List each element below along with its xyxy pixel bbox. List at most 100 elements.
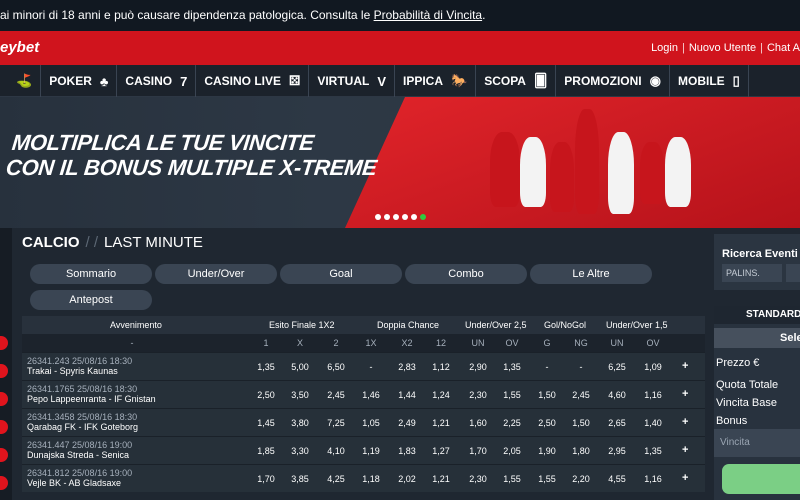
- odds-cell[interactable]: 1,44: [392, 390, 422, 400]
- odds-cell[interactable]: 1,09: [638, 362, 668, 372]
- odds-cell[interactable]: 1,16: [638, 474, 668, 484]
- odds-cell[interactable]: 1,50: [532, 390, 562, 400]
- event-cell[interactable]: 26341.1765 25/08/16 18:30 Pepo Lappeenran…: [27, 384, 156, 404]
- odds-cell[interactable]: 1,24: [426, 390, 456, 400]
- odds-cell[interactable]: 2,65: [602, 418, 632, 428]
- new-user-link[interactable]: Nuovo Utente: [689, 42, 756, 54]
- more-markets-button[interactable]: +: [682, 360, 688, 372]
- odds-cell[interactable]: 4,60: [602, 390, 632, 400]
- winnings-field[interactable]: Vincita: [714, 429, 800, 457]
- sidebar-marker[interactable]: [0, 364, 8, 378]
- odds-cell[interactable]: 1,40: [638, 418, 668, 428]
- carousel-dot[interactable]: [375, 214, 381, 220]
- sidebar-marker[interactable]: [0, 420, 8, 434]
- odds-cell[interactable]: 2,50: [251, 390, 281, 400]
- event-cell[interactable]: 26341.3458 25/08/16 18:30 Qarabag FK - IF…: [27, 412, 138, 432]
- carousel-dot[interactable]: [393, 214, 399, 220]
- odds-cell[interactable]: 2,05: [497, 446, 527, 456]
- odds-cell[interactable]: 1,85: [251, 446, 281, 456]
- odds-cell[interactable]: 1,27: [426, 446, 456, 456]
- filter-tab-le-altre[interactable]: Le Altre: [530, 264, 652, 284]
- odds-cell[interactable]: 1,12: [426, 362, 456, 372]
- sidebar-marker[interactable]: [0, 448, 8, 462]
- more-markets-button[interactable]: +: [682, 416, 688, 428]
- sidebar-marker[interactable]: [0, 392, 8, 406]
- nav-item-mobile[interactable]: MOBILE ▯: [670, 65, 749, 97]
- more-markets-button[interactable]: +: [682, 472, 688, 484]
- nav-item-sport[interactable]: ⛳: [0, 65, 42, 97]
- odds-cell[interactable]: 1,80: [566, 446, 596, 456]
- palinsesto-input[interactable]: PALINS.: [722, 264, 782, 282]
- odds-cell[interactable]: 1,83: [392, 446, 422, 456]
- filter-tab-combo[interactable]: Combo: [405, 264, 527, 284]
- odds-cell[interactable]: 2,50: [532, 418, 562, 428]
- carousel-dot[interactable]: [402, 214, 408, 220]
- odds-cell[interactable]: 4,10: [321, 446, 351, 456]
- nav-item-casino[interactable]: CASINO 7: [117, 65, 197, 97]
- odds-cell[interactable]: 1,35: [638, 446, 668, 456]
- betslip-tab-standard[interactable]: STANDARD: [714, 306, 800, 324]
- odds-cell[interactable]: 6,25: [602, 362, 632, 372]
- sidebar-marker[interactable]: [0, 336, 8, 350]
- sport-title[interactable]: CALCIO: [22, 234, 80, 251]
- login-link[interactable]: Login: [651, 42, 678, 54]
- odds-cell[interactable]: 2,83: [392, 362, 422, 372]
- nav-item-scopa[interactable]: SCOPA 🂠: [476, 65, 557, 97]
- odds-cell[interactable]: 1,70: [463, 446, 493, 456]
- odds-cell[interactable]: 3,80: [285, 418, 315, 428]
- place-bet-button[interactable]: [722, 464, 800, 494]
- event-cell[interactable]: 26341.812 25/08/16 19:00 Vejle BK - AB Gl…: [27, 468, 132, 488]
- odds-cell[interactable]: 1,55: [497, 474, 527, 484]
- filter-tab-antepost[interactable]: Antepost: [30, 290, 152, 310]
- chat-link[interactable]: Chat A: [767, 42, 800, 54]
- odds-cell[interactable]: 2,45: [321, 390, 351, 400]
- odds-cell[interactable]: 2,45: [566, 390, 596, 400]
- event-code-input[interactable]: [786, 264, 800, 282]
- odds-cell[interactable]: 2,30: [463, 390, 493, 400]
- odds-cell[interactable]: 1,70: [251, 474, 281, 484]
- odds-cell[interactable]: 3,30: [285, 446, 315, 456]
- odds-cell[interactable]: 2,90: [463, 362, 493, 372]
- odds-cell[interactable]: 1,18: [356, 474, 386, 484]
- odds-cell[interactable]: 2,95: [602, 446, 632, 456]
- filter-tab-goal[interactable]: Goal: [280, 264, 402, 284]
- nav-item-virtual[interactable]: VIRTUAL V: [309, 65, 395, 97]
- odds-cell[interactable]: 3,50: [285, 390, 315, 400]
- odds-cell[interactable]: 1,50: [566, 418, 596, 428]
- odds-cell[interactable]: 3,85: [285, 474, 315, 484]
- brand-logo[interactable]: eybet: [0, 39, 39, 56]
- odds-cell[interactable]: 1,19: [356, 446, 386, 456]
- odds-cell[interactable]: 4,55: [602, 474, 632, 484]
- carousel-dot[interactable]: [384, 214, 390, 220]
- nav-item-ippica[interactable]: IPPICA 🐎: [395, 65, 477, 97]
- nav-item-poker[interactable]: POKER ♣: [41, 65, 118, 97]
- odds-cell[interactable]: 7,25: [321, 418, 351, 428]
- odds-cell[interactable]: 1,16: [638, 390, 668, 400]
- nav-item-promozioni[interactable]: PROMOZIONI ◉: [556, 65, 670, 97]
- sidebar-marker[interactable]: [0, 476, 8, 490]
- odds-cell[interactable]: 1,46: [356, 390, 386, 400]
- select-button[interactable]: Sele: [714, 328, 800, 348]
- odds-cell[interactable]: 1,55: [532, 474, 562, 484]
- odds-cell[interactable]: 1,45: [251, 418, 281, 428]
- odds-cell[interactable]: -: [356, 362, 386, 372]
- odds-cell[interactable]: 1,55: [497, 390, 527, 400]
- odds-cell[interactable]: 5,00: [285, 362, 315, 372]
- odds-cell[interactable]: 2,25: [497, 418, 527, 428]
- more-markets-button[interactable]: +: [682, 444, 688, 456]
- event-cell[interactable]: 26341.243 25/08/16 18:30 Trakai - Spyris …: [27, 356, 132, 376]
- odds-cell[interactable]: 1,35: [497, 362, 527, 372]
- odds-cell[interactable]: 4,25: [321, 474, 351, 484]
- odds-probability-link[interactable]: Probabilità di Vincita: [374, 8, 483, 22]
- filter-tab-under-over[interactable]: Under/Over: [155, 264, 277, 284]
- event-cell[interactable]: 26341.447 25/08/16 19:00 Dunajska Streda …: [27, 440, 132, 460]
- more-markets-button[interactable]: +: [682, 388, 688, 400]
- odds-cell[interactable]: 1,90: [532, 446, 562, 456]
- odds-cell[interactable]: 2,20: [566, 474, 596, 484]
- odds-cell[interactable]: 1,60: [463, 418, 493, 428]
- odds-cell[interactable]: 1,21: [426, 474, 456, 484]
- odds-cell[interactable]: 1,05: [356, 418, 386, 428]
- odds-cell[interactable]: 1,21: [426, 418, 456, 428]
- carousel-dot[interactable]: [420, 214, 426, 220]
- odds-cell[interactable]: 6,50: [321, 362, 351, 372]
